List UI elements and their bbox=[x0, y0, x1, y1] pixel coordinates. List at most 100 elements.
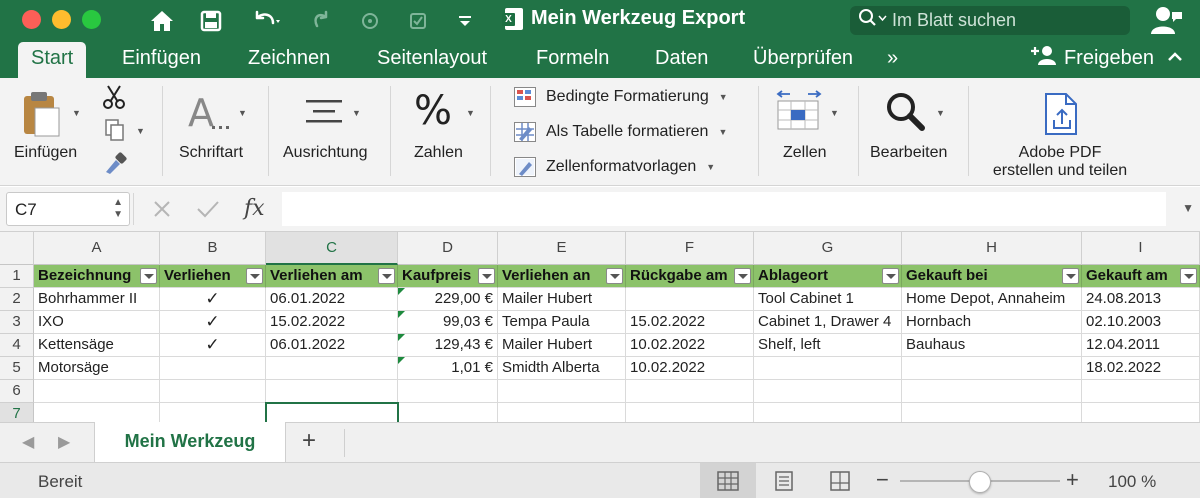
filter-dropdown-icon[interactable] bbox=[478, 268, 495, 284]
redo-icon[interactable] bbox=[306, 5, 336, 37]
cell-h7[interactable] bbox=[902, 403, 1082, 422]
filter-dropdown-icon[interactable] bbox=[246, 268, 263, 284]
cell-c3[interactable]: 15.02.2022 bbox=[266, 311, 398, 334]
page-break-view-button[interactable] bbox=[812, 463, 868, 498]
home-icon[interactable] bbox=[146, 5, 178, 37]
cut-icon[interactable] bbox=[102, 84, 126, 115]
cell-h6[interactable] bbox=[902, 380, 1082, 403]
cell-f6[interactable] bbox=[626, 380, 754, 403]
header-cell-h[interactable]: Gekauft bei bbox=[902, 265, 1082, 288]
customize-toolbar-icon[interactable] bbox=[452, 5, 478, 37]
close-window-button[interactable] bbox=[22, 10, 41, 29]
tab-ueberpruefen[interactable]: Überprüfen bbox=[740, 42, 866, 78]
row-header-5[interactable]: 5 bbox=[0, 357, 34, 380]
zoom-in-button[interactable]: + bbox=[1066, 467, 1079, 493]
column-header-a[interactable]: A bbox=[34, 232, 160, 265]
column-header-b[interactable]: B bbox=[160, 232, 266, 265]
cell-i5[interactable]: 18.02.2022 bbox=[1082, 357, 1200, 380]
cell-h5[interactable] bbox=[902, 357, 1082, 380]
copy-icon[interactable] bbox=[104, 118, 126, 147]
cell-b5[interactable] bbox=[160, 357, 266, 380]
header-cell-a[interactable]: Bezeichnung bbox=[34, 265, 160, 288]
column-header-g[interactable]: G bbox=[754, 232, 902, 265]
cell-d5[interactable]: 1,01 € bbox=[398, 357, 498, 380]
column-header-c[interactable]: C bbox=[266, 232, 398, 265]
cell-b4[interactable]: ✓ bbox=[160, 334, 266, 357]
cell-i2[interactable]: 24.08.2013 bbox=[1082, 288, 1200, 311]
minimize-window-button[interactable] bbox=[52, 10, 71, 29]
copy-dropdown-icon[interactable]: ▼ bbox=[136, 126, 145, 136]
search-sheet-field[interactable]: Im Blatt suchen bbox=[850, 6, 1130, 35]
cell-b7[interactable] bbox=[160, 403, 266, 422]
row-header-2[interactable]: 2 bbox=[0, 288, 34, 311]
tab-einfuegen[interactable]: Einfügen bbox=[109, 42, 214, 78]
header-cell-c[interactable]: Verliehen am bbox=[266, 265, 398, 288]
cell-d3[interactable]: 99,03 € bbox=[398, 311, 498, 334]
cell-a2[interactable]: Bohrhammer II bbox=[34, 288, 160, 311]
next-sheet-icon[interactable]: ▶ bbox=[58, 432, 70, 452]
column-header-i[interactable]: I bbox=[1082, 232, 1200, 265]
cell-h3[interactable]: Hornbach bbox=[902, 311, 1082, 334]
cell-f5[interactable]: 10.02.2022 bbox=[626, 357, 754, 380]
cell-g2[interactable]: Tool Cabinet 1 bbox=[754, 288, 902, 311]
error-indicator-icon[interactable] bbox=[398, 311, 405, 318]
format-as-table-button[interactable]: Als Tabelle formatieren ▼ bbox=[514, 119, 727, 145]
header-cell-b[interactable]: Verliehen bbox=[160, 265, 266, 288]
tab-zeichnen[interactable]: Zeichnen bbox=[235, 42, 343, 78]
name-box-stepper-icon[interactable]: ▲ ▼ bbox=[113, 197, 123, 221]
format-painter-icon[interactable] bbox=[102, 152, 128, 181]
zoom-out-button[interactable]: − bbox=[876, 467, 889, 493]
cell-a7[interactable] bbox=[34, 403, 160, 422]
cell-e5[interactable]: Smidth Alberta bbox=[498, 357, 626, 380]
filter-dropdown-icon[interactable] bbox=[606, 268, 623, 284]
header-cell-f[interactable]: Rückgabe am bbox=[626, 265, 754, 288]
cell-c4[interactable]: 06.01.2022 bbox=[266, 334, 398, 357]
filter-dropdown-icon[interactable] bbox=[378, 268, 395, 284]
cell-e6[interactable] bbox=[498, 380, 626, 403]
page-layout-view-button[interactable] bbox=[756, 463, 812, 498]
name-box[interactable]: C7 ▲ ▼ bbox=[6, 192, 130, 226]
cell-styles-button[interactable]: Zellenformatvorlagen ▼ bbox=[514, 154, 715, 180]
cell-d2[interactable]: 229,00 € bbox=[398, 288, 498, 311]
header-cell-g[interactable]: Ablageort bbox=[754, 265, 902, 288]
row-header-4[interactable]: 4 bbox=[0, 334, 34, 357]
sync-icon[interactable] bbox=[356, 5, 384, 37]
normal-view-button[interactable] bbox=[700, 463, 756, 498]
cell-b6[interactable] bbox=[160, 380, 266, 403]
zoom-level[interactable]: 100 % bbox=[1108, 472, 1156, 492]
header-cell-i[interactable]: Gekauft am bbox=[1082, 265, 1200, 288]
cell-i3[interactable]: 02.10.2003 bbox=[1082, 311, 1200, 334]
select-all-corner[interactable] bbox=[0, 232, 34, 265]
header-cell-d[interactable]: Kaufpreis bbox=[398, 265, 498, 288]
conditional-formatting-button[interactable]: Bedingte Formatierung ▼ bbox=[514, 84, 728, 110]
cell-i7[interactable] bbox=[1082, 403, 1200, 422]
zoom-window-button[interactable] bbox=[82, 10, 101, 29]
cell-g4[interactable]: Shelf, left bbox=[754, 334, 902, 357]
number-group[interactable]: % ▼ Zahlen bbox=[392, 78, 488, 186]
cell-c5[interactable] bbox=[266, 357, 398, 380]
header-cell-e[interactable]: Verliehen an bbox=[498, 265, 626, 288]
cell-g5[interactable] bbox=[754, 357, 902, 380]
cell-c2[interactable]: 06.01.2022 bbox=[266, 288, 398, 311]
cell-h2[interactable]: Home Depot, Annaheim bbox=[902, 288, 1082, 311]
cell-e7[interactable] bbox=[498, 403, 626, 422]
formula-input[interactable] bbox=[282, 192, 1166, 226]
check-doc-icon[interactable] bbox=[404, 5, 432, 37]
collapse-ribbon-icon[interactable] bbox=[1168, 46, 1182, 67]
cell-d4[interactable]: 129,43 € bbox=[398, 334, 498, 357]
error-indicator-icon[interactable] bbox=[398, 334, 405, 341]
tab-formeln[interactable]: Formeln bbox=[523, 42, 622, 78]
confirm-formula-icon[interactable] bbox=[196, 196, 220, 225]
tab-seitenlayout[interactable]: Seitenlayout bbox=[364, 42, 500, 78]
row-header-6[interactable]: 6 bbox=[0, 380, 34, 403]
column-header-f[interactable]: F bbox=[626, 232, 754, 265]
cells-group[interactable]: ▼ Zellen bbox=[760, 78, 856, 186]
cell-a5[interactable]: Motorsäge bbox=[34, 357, 160, 380]
cell-g3[interactable]: Cabinet 1, Drawer 4 bbox=[754, 311, 902, 334]
filter-dropdown-icon[interactable] bbox=[882, 268, 899, 284]
row-header-7[interactable]: 7 bbox=[0, 403, 34, 422]
cell-f4[interactable]: 10.02.2022 bbox=[626, 334, 754, 357]
alignment-group[interactable]: ▼ Ausrichtung bbox=[270, 78, 388, 186]
column-header-e[interactable]: E bbox=[498, 232, 626, 265]
cell-g7[interactable] bbox=[754, 403, 902, 422]
